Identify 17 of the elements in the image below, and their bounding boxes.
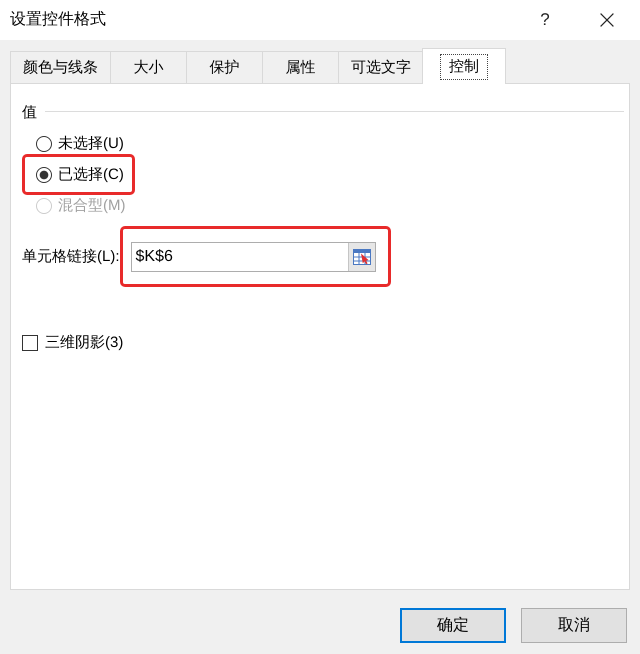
cell-reference-field[interactable]: $K$6 [130,242,376,272]
dialog-button[interactable]: 确定 [400,608,506,643]
radio-option[interactable]: 已选择(C) [36,164,124,184]
radio-option[interactable]: 未选择(U) [36,134,124,154]
tab[interactable]: 控制 [422,48,506,84]
field-label: 单元格链接(L): [22,246,120,266]
checkbox-option[interactable]: 三维阴影(3) [22,333,124,353]
group-label: 值 [22,103,37,123]
tab[interactable]: 颜色与线条 [10,51,111,84]
radio-icon[interactable] [36,136,52,152]
range-picker-button[interactable] [348,243,374,271]
dialog-button[interactable]: 取消 [521,608,627,643]
checkbox-icon[interactable] [22,335,38,351]
close-icon [600,13,614,27]
window-title: 设置控件格式 [10,10,106,30]
help-button[interactable]: ? [530,5,560,35]
radio-icon[interactable] [36,166,52,182]
